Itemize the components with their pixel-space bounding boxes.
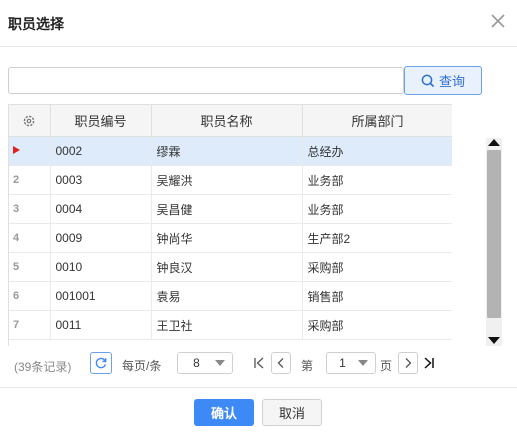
cell-dept: 业务部 [302,165,452,195]
prev-page-button[interactable] [271,352,291,374]
row-marker [9,136,51,166]
table-row[interactable]: 6 001001 袁易 销售部 [9,281,452,311]
dialog-footer: 确认 取消 [0,387,517,432]
table-row[interactable]: 4 0009 钟尚华 生产部2 [9,223,452,253]
page-size-select[interactable]: 8 [177,352,233,374]
cell-dept: 销售部 [302,281,452,311]
row-number: 7 [9,310,51,340]
table-row[interactable]: 2 0003 吴耀洪 业务部 [9,165,452,195]
row-number: 5 [9,252,51,282]
cell-dept: 总经办 [302,136,452,166]
record-count: (39条记录) [14,360,72,374]
page-number-select[interactable]: 1 [326,352,376,374]
row-number: 2 [9,165,51,195]
column-settings[interactable] [9,104,51,137]
confirm-button[interactable]: 确认 [194,399,254,426]
row-number: 4 [9,223,51,253]
cell-code: 0009 [50,223,152,253]
scrollbar-thumb[interactable] [487,150,501,318]
dialog-title: 职员选择 [8,16,64,32]
cell-code: 0011 [50,310,152,340]
grid-header-row: 职员编号 职员名称 所属部门 [9,104,452,137]
cell-name: 钟尚华 [151,223,303,253]
last-page-icon[interactable] [422,355,436,371]
dialog-header: 职员选择 [0,0,517,47]
refresh-button[interactable] [90,352,112,374]
cell-dept: 业务部 [302,194,452,224]
column-header-dept[interactable]: 所属部门 [302,104,452,137]
scroll-up-icon[interactable] [488,139,500,146]
current-row-icon [13,146,20,154]
search-icon [421,74,435,87]
close-icon[interactable] [489,12,507,30]
cancel-button[interactable]: 取消 [262,399,322,426]
cell-dept: 采购部 [302,310,452,340]
chevron-down-icon [358,360,368,366]
cell-name: 王卫社 [151,310,303,340]
column-header-name[interactable]: 职员名称 [151,104,303,137]
page-size-label: 每页/条 [122,359,162,373]
cell-code: 001001 [50,281,152,311]
search-input[interactable] [8,67,404,94]
cell-code: 0003 [50,165,152,195]
cell-name: 缪霖 [151,136,303,166]
next-page-icon [405,358,412,368]
page-size-value: 8 [193,356,200,370]
cell-name: 吴耀洪 [151,165,303,195]
gear-icon[interactable] [22,114,36,128]
scroll-down-icon[interactable] [488,337,500,344]
cell-code: 0002 [50,136,152,166]
cell-name: 吴昌健 [151,194,303,224]
search-button[interactable]: 查询 [404,66,482,95]
page-number-value: 1 [339,356,346,370]
table-row[interactable]: 5 0010 钟良汉 采购部 [9,252,452,282]
cell-code: 0010 [50,252,152,282]
refresh-icon [95,357,107,369]
search-button-label: 查询 [438,74,465,89]
table-row[interactable]: 3 0004 吴昌健 业务部 [9,194,452,224]
chevron-down-icon [215,360,225,366]
employee-grid: 职员编号 职员名称 所属部门 0002 缪霖 总经办 2 0003 吴耀洪 业务… [8,104,452,346]
page-prefix: 第 [301,359,314,373]
cell-dept: 生产部2 [302,223,452,253]
cell-code: 0004 [50,194,152,224]
first-page-icon[interactable] [252,355,266,371]
table-row[interactable]: 0002 缪霖 总经办 [9,136,452,166]
page-suffix: 页 [380,359,393,373]
pagination-bar: (39条记录) 每页/条 8 第 1 页 [0,350,517,378]
cell-dept: 采购部 [302,252,452,282]
cell-name: 钟良汉 [151,252,303,282]
row-number: 3 [9,194,51,224]
cell-name: 袁易 [151,281,303,311]
prev-page-icon [277,358,284,368]
column-header-code[interactable]: 职员编号 [50,104,152,137]
vertical-scrollbar[interactable] [486,138,502,346]
row-number: 6 [9,281,51,311]
table-row[interactable]: 7 0011 王卫社 采购部 [9,310,452,340]
next-page-button[interactable] [398,352,418,374]
